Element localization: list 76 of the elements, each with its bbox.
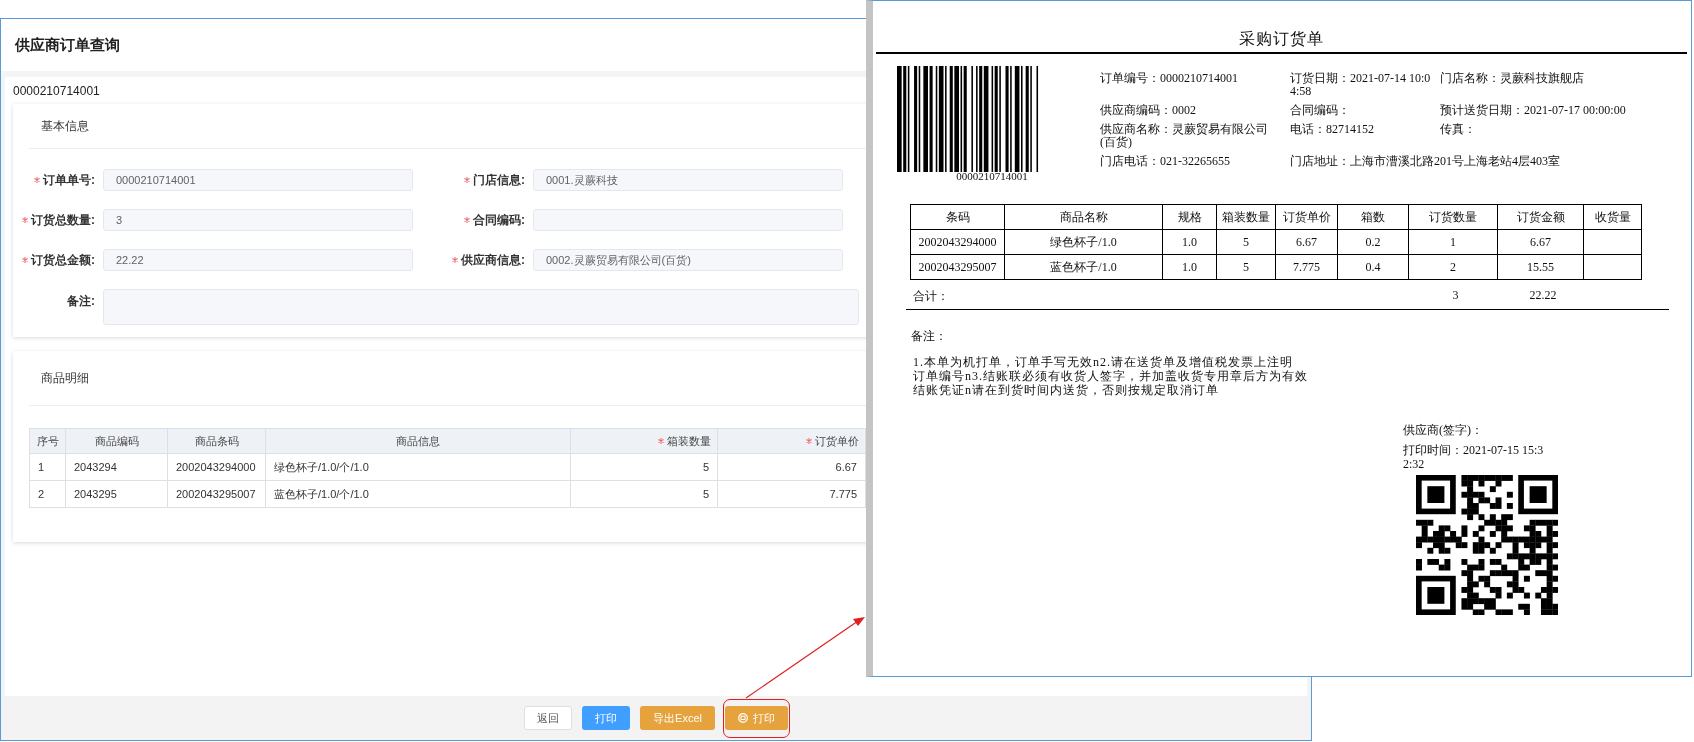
info-text: 传真： — [1440, 123, 1477, 138]
column-header: 商品信息 — [265, 428, 571, 454]
column-header: 规格 — [1162, 204, 1217, 230]
table-cell: 绿色杯子/1.0 — [1004, 229, 1163, 255]
table-cell: 2043295 — [65, 480, 168, 508]
table-cell: 1 — [1408, 229, 1498, 255]
column-header: 箱装数量 — [570, 428, 718, 454]
column-header: 箱装数量 — [1216, 204, 1276, 230]
table-cell: 绿色杯子/1.0/个/1.0 — [265, 453, 571, 481]
info-text: 订单编号：0000210714001 — [1100, 72, 1239, 87]
document-title: 采购订货单 — [1239, 29, 1324, 49]
table-cell: 15.55 — [1497, 254, 1584, 280]
field-label: 订单单号: — [43, 171, 95, 189]
info-text: 预计送货日期：2021-07-17 00:00:00 — [1440, 104, 1627, 117]
action-button[interactable]: 返回 — [524, 706, 573, 730]
table-cell: 蓝色杯子/1.0/个/1.0 — [265, 480, 571, 508]
note-line: 结账凭证n请在到货时间内送货，否则按规定取消订单 — [913, 383, 1219, 397]
total-quantity: 3 — [1451, 288, 1460, 304]
section-title: 基本信息 — [41, 117, 89, 135]
input-field[interactable]: 0001.灵蕨科技 — [533, 169, 843, 191]
column-header: 箱数 — [1337, 204, 1409, 230]
table-cell: 2002043295007 — [910, 254, 1005, 280]
column-header: 订货金额 — [1497, 204, 1584, 230]
input-field[interactable]: 3 — [103, 209, 413, 231]
field-label: 订货总数量: — [31, 211, 95, 229]
info-text: 供应商名称：灵蕨贸易有限公司(百货) — [1100, 123, 1269, 149]
table-cell: 2002043294000 — [910, 229, 1005, 255]
info-text: 门店名称：灵蕨科技旗舰店 — [1440, 72, 1585, 87]
column-header: 商品名称 — [1004, 204, 1163, 230]
info-text: 供应商编码：0002 — [1100, 104, 1197, 117]
column-header: 序号 — [29, 428, 66, 454]
window-title: 供应商订单查询 — [15, 35, 120, 55]
table-cell: 2002043294000 — [167, 453, 266, 481]
info-text: 电话：82714152 — [1290, 123, 1375, 138]
signature-label: 供应商(签字)： — [1403, 423, 1484, 437]
table-cell: 蓝色杯子/1.0 — [1004, 254, 1163, 280]
table-cell: 5 — [570, 480, 718, 508]
remark-label: 备注： — [911, 328, 947, 345]
info-text: 合同编码： — [1290, 104, 1351, 117]
column-header: 商品条码 — [167, 428, 266, 454]
note-line: 1.本单为机打单，订单手写无效n2.请在送货单及增值税发票上注明 — [913, 355, 1293, 369]
column-header: 条码 — [910, 204, 1005, 230]
table-cell: 7.775 — [717, 480, 866, 508]
info-text: 门店地址：上海市漕溪北路201号上海老站4层403室 — [1290, 155, 1561, 168]
field-label: 合同编码: — [473, 211, 525, 229]
table-cell: 2 — [1408, 254, 1498, 280]
note-line: 订单编号n3.结账联必须有收货人签字，并加盖收货专用章后方为有效 — [913, 369, 1308, 383]
table-cell: 2 — [29, 480, 66, 508]
table-cell: 6.67 — [1497, 229, 1584, 255]
field-label: 供应商信息: — [461, 251, 525, 269]
input-field[interactable] — [533, 209, 843, 231]
column-header: 收货量 — [1583, 204, 1642, 230]
column-header: 订货单价 — [717, 428, 866, 454]
table-cell: 5 — [570, 453, 718, 481]
table-cell: 6.67 — [717, 453, 866, 481]
field-label: 订货总金额: — [31, 251, 95, 269]
table-cell: 2043294 — [65, 453, 168, 481]
column-header: 商品编码 — [65, 428, 168, 454]
remark-field[interactable] — [103, 289, 859, 325]
info-text: 订货日期：2021-07-14 10:04:58 — [1290, 72, 1432, 98]
order-number: 0000210714001 — [13, 84, 100, 98]
field-label: 备注: — [67, 293, 95, 310]
column-header: 订货单价 — [1275, 204, 1338, 230]
section-title: 商品明细 — [41, 369, 89, 387]
table-cell: 1 — [29, 453, 66, 481]
table-cell: 2002043295007 — [167, 480, 266, 508]
field-label: 门店信息: — [473, 171, 525, 189]
input-field[interactable]: 0002.灵蕨贸易有限公司(百货) — [533, 249, 843, 271]
total-amount: 22.22 — [1528, 288, 1558, 304]
input-field[interactable]: 0000210714001 — [103, 169, 413, 191]
barcode-number: 0000210714001 — [956, 170, 1028, 182]
input-field[interactable]: 22.22 — [103, 249, 413, 271]
column-header: 订货数量 — [1408, 204, 1498, 230]
info-text: 门店电话：021-32265655 — [1100, 155, 1231, 168]
total-label: 合计： — [913, 288, 950, 305]
print-time: 打印时间：2021-07-15 15:32:32 — [1403, 443, 1545, 471]
